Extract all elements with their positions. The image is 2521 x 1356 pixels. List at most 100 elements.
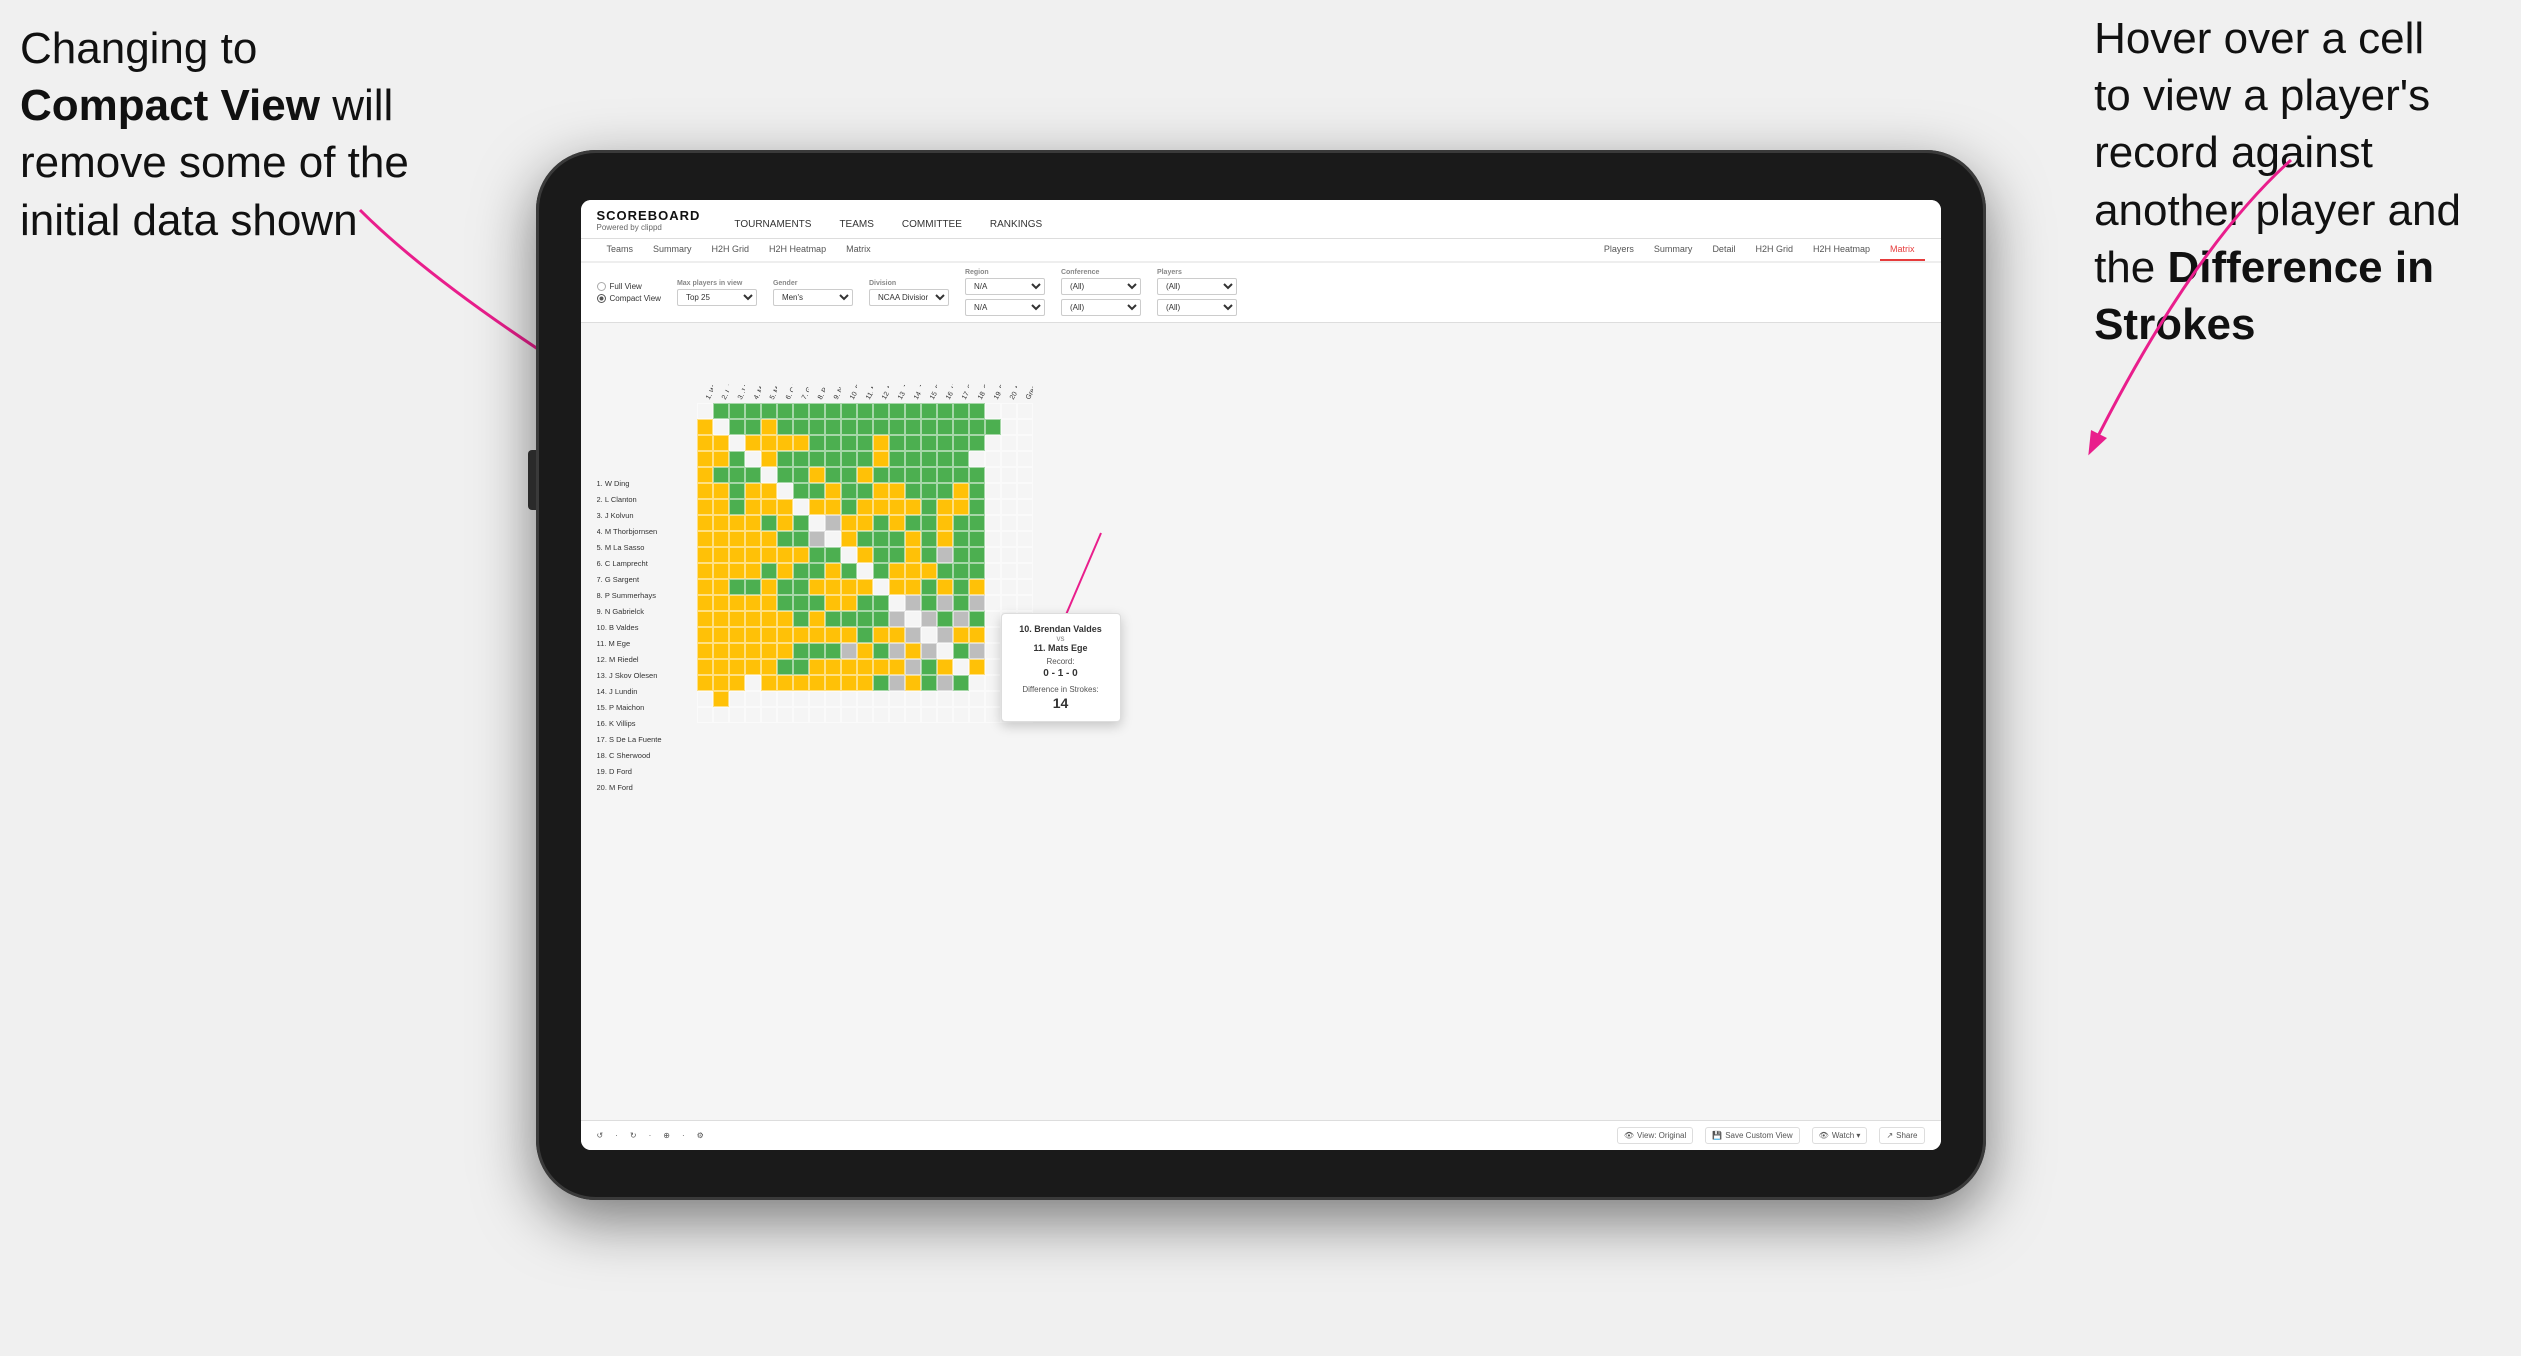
nav-rankings[interactable]: RANKINGS — [976, 213, 1056, 238]
grid-cell[interactable] — [921, 483, 937, 499]
grid-cell[interactable] — [905, 707, 921, 723]
grid-cell[interactable] — [985, 659, 1001, 675]
grid-cell[interactable] — [857, 627, 873, 643]
grid-cell[interactable] — [777, 403, 793, 419]
grid-cell[interactable] — [825, 531, 841, 547]
grid-cell[interactable] — [825, 579, 841, 595]
grid-cell[interactable] — [841, 707, 857, 723]
grid-cell[interactable] — [985, 675, 1001, 691]
grid-cell[interactable] — [873, 499, 889, 515]
grid-cell[interactable] — [905, 515, 921, 531]
grid-cell[interactable] — [985, 499, 1001, 515]
grid-cell[interactable] — [809, 467, 825, 483]
grid-cell[interactable] — [1017, 579, 1033, 595]
grid-cell[interactable] — [1017, 499, 1033, 515]
grid-cell[interactable] — [905, 547, 921, 563]
grid-cell[interactable] — [1001, 467, 1017, 483]
grid-cell[interactable] — [841, 691, 857, 707]
grid-cell[interactable] — [969, 531, 985, 547]
grid-cell[interactable] — [713, 659, 729, 675]
grid-cell[interactable] — [953, 515, 969, 531]
grid-cell[interactable] — [745, 531, 761, 547]
grid-cell[interactable] — [825, 403, 841, 419]
grid-cell[interactable] — [857, 483, 873, 499]
grid-cell[interactable] — [889, 643, 905, 659]
grid-cell[interactable] — [953, 435, 969, 451]
grid-cell[interactable] — [953, 627, 969, 643]
grid-cell[interactable] — [745, 675, 761, 691]
grid-cell[interactable] — [873, 403, 889, 419]
grid-cell[interactable] — [985, 403, 1001, 419]
division-select[interactable]: NCAA Division I — [869, 289, 949, 306]
grid-cell[interactable] — [841, 515, 857, 531]
share-button[interactable]: ↗ Share — [1879, 1127, 1924, 1144]
grid-cell[interactable] — [793, 579, 809, 595]
grid-cell[interactable] — [729, 547, 745, 563]
grid-cell[interactable] — [969, 547, 985, 563]
grid-cell[interactable] — [777, 707, 793, 723]
grid-cell[interactable] — [761, 707, 777, 723]
grid-cell[interactable] — [793, 611, 809, 627]
grid-cell[interactable] — [873, 467, 889, 483]
grid-cell[interactable] — [809, 659, 825, 675]
max-players-select[interactable]: Top 25 — [677, 289, 757, 306]
grid-cell[interactable] — [697, 483, 713, 499]
grid-cell[interactable] — [937, 403, 953, 419]
grid-cell[interactable] — [729, 451, 745, 467]
grid-cell[interactable] — [745, 643, 761, 659]
grid-cell[interactable] — [889, 499, 905, 515]
grid-cell[interactable] — [761, 451, 777, 467]
grid-cell[interactable] — [921, 499, 937, 515]
grid-cell[interactable] — [841, 483, 857, 499]
grid-cell[interactable] — [969, 403, 985, 419]
grid-cell[interactable] — [921, 643, 937, 659]
grid-cell[interactable] — [841, 659, 857, 675]
grid-cell[interactable] — [761, 563, 777, 579]
grid-cell[interactable] — [905, 579, 921, 595]
grid-cell[interactable] — [857, 515, 873, 531]
grid-cell[interactable] — [985, 451, 1001, 467]
grid-cell[interactable] — [921, 611, 937, 627]
grid-cell[interactable] — [921, 579, 937, 595]
grid-cell[interactable] — [761, 547, 777, 563]
grid-cell[interactable] — [953, 691, 969, 707]
grid-cell[interactable] — [1001, 531, 1017, 547]
grid-cell[interactable] — [777, 547, 793, 563]
grid-cell[interactable] — [873, 611, 889, 627]
grid-cell[interactable] — [729, 627, 745, 643]
radio-full-view[interactable]: Full View — [597, 282, 661, 291]
grid-cell[interactable] — [873, 579, 889, 595]
grid-cell[interactable] — [1017, 419, 1033, 435]
grid-cell[interactable] — [809, 531, 825, 547]
grid-cell[interactable] — [809, 547, 825, 563]
grid-cell[interactable] — [985, 595, 1001, 611]
grid-cell[interactable] — [825, 419, 841, 435]
grid-cell[interactable] — [889, 451, 905, 467]
toolbar-settings[interactable]: ⚙ — [697, 1131, 704, 1140]
grid-cell[interactable] — [969, 467, 985, 483]
grid-cell[interactable] — [905, 627, 921, 643]
grid-cell[interactable] — [921, 547, 937, 563]
sub-nav-summary-right[interactable]: Summary — [1644, 239, 1703, 261]
grid-cell[interactable] — [953, 419, 969, 435]
gender-select[interactable]: Men's — [773, 289, 853, 306]
grid-cell[interactable] — [697, 435, 713, 451]
grid-cell[interactable] — [921, 627, 937, 643]
grid-cell[interactable] — [825, 451, 841, 467]
grid-cell[interactable] — [937, 531, 953, 547]
view-original-button[interactable]: 👁 View: Original — [1617, 1127, 1693, 1144]
grid-cell[interactable] — [937, 643, 953, 659]
grid-cell[interactable] — [761, 531, 777, 547]
radio-compact-view[interactable]: Compact View — [597, 294, 661, 303]
sub-nav-matrix-left[interactable]: Matrix — [836, 239, 881, 261]
grid-cell[interactable] — [777, 499, 793, 515]
grid-cell[interactable] — [1001, 563, 1017, 579]
grid-cell[interactable] — [841, 531, 857, 547]
grid-cell[interactable] — [937, 627, 953, 643]
grid-cell[interactable] — [761, 611, 777, 627]
grid-cell[interactable] — [857, 419, 873, 435]
grid-cell[interactable] — [697, 419, 713, 435]
grid-cell[interactable] — [857, 659, 873, 675]
grid-cell[interactable] — [745, 403, 761, 419]
grid-cell[interactable] — [713, 403, 729, 419]
